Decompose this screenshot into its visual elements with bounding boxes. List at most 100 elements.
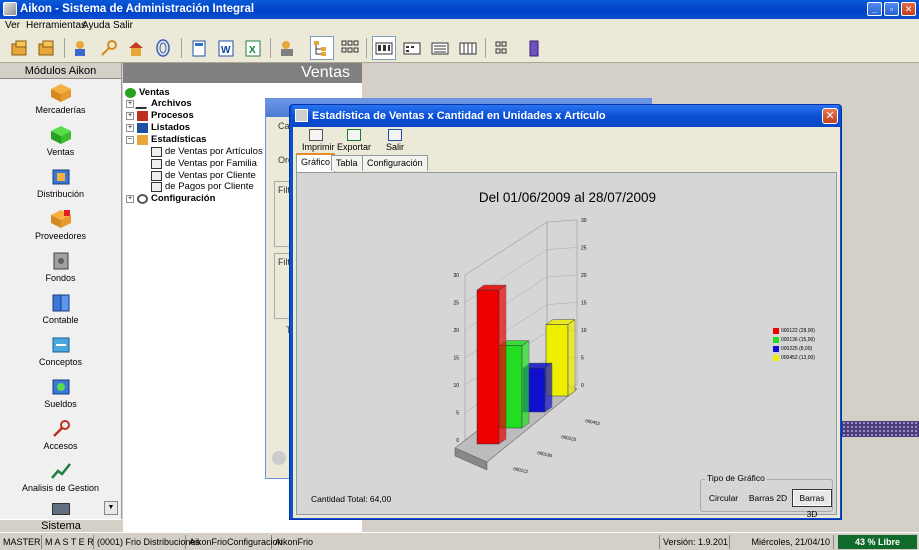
- status-company: (0001) Frio Distribuciones: [94, 535, 200, 549]
- exportar-button[interactable]: Exportar: [337, 129, 371, 152]
- module-proveedores[interactable]: Proveedores: [0, 209, 121, 241]
- close-window-button[interactable]: ✕: [822, 108, 838, 124]
- legend-swatch: [773, 346, 779, 352]
- imprimir-button[interactable]: Imprimir: [302, 129, 335, 152]
- calculator-icon[interactable]: [187, 36, 211, 60]
- module-distribucion[interactable]: Distribución: [0, 167, 121, 199]
- category-label: 000452: [585, 418, 601, 426]
- barras-3d-button[interactable]: Barras 3D: [792, 489, 832, 519]
- y-tick-label-right: 5: [581, 356, 584, 362]
- y-tick-label: 25: [453, 301, 459, 307]
- module-contable[interactable]: Contable: [0, 293, 121, 325]
- tipo-grafico-group: Tipo de Gráfico Circular Barras 2D Barra…: [700, 473, 833, 519]
- list-view-icon[interactable]: [428, 36, 452, 60]
- bar-side: [567, 319, 576, 397]
- tree-sub-cliente[interactable]: de Ventas por Cliente: [151, 170, 256, 181]
- book-icon[interactable]: [522, 36, 546, 60]
- supplier-box-icon: [50, 209, 72, 229]
- module-ventas[interactable]: Ventas: [0, 125, 121, 157]
- chart-title: Del 01/06/2009 al 28/07/2009: [479, 190, 656, 205]
- y-tick-label: 30: [453, 273, 459, 279]
- tab-configuracion[interactable]: Configuración: [362, 155, 428, 171]
- module-sueldos[interactable]: Sueldos: [0, 377, 121, 409]
- folder-tools-icon[interactable]: [8, 36, 32, 60]
- tipo-grafico-label: Tipo de Gráfico: [705, 473, 767, 483]
- wrench-icon: [137, 193, 148, 204]
- menu-ver[interactable]: Ver: [5, 20, 20, 31]
- collapse-icon[interactable]: −: [126, 135, 134, 144]
- bar-side: [498, 284, 507, 445]
- circular-button[interactable]: Circular: [704, 489, 743, 507]
- tree-root-ventas[interactable]: Ventas: [125, 87, 170, 98]
- details-view-icon[interactable]: [456, 36, 480, 60]
- close-app-button[interactable]: ✕: [901, 2, 916, 16]
- legend-item: 000225 (8,00): [773, 346, 812, 352]
- scroll-down-button[interactable]: ▼: [104, 501, 118, 515]
- bar-front: [476, 289, 500, 445]
- expand-icon[interactable]: +: [126, 111, 134, 120]
- module-fondos[interactable]: Fondos: [0, 251, 121, 283]
- tree-sub-pagos[interactable]: de Pagos por Cliente: [151, 181, 254, 192]
- legend-item: 000452 (13,00): [773, 355, 815, 361]
- report-icon: [151, 158, 162, 169]
- small-icons-view-icon[interactable]: [400, 36, 424, 60]
- tab-tabla[interactable]: Tabla: [331, 155, 363, 171]
- maximize-button[interactable]: ▫: [884, 2, 899, 16]
- y-tick-label-right: 15: [581, 301, 587, 307]
- status-free-memory: 43 % Libre: [838, 535, 917, 549]
- module-accesos[interactable]: Accesos: [0, 419, 121, 451]
- key-icon[interactable]: [97, 36, 121, 60]
- statistics-window-titlebar[interactable]: Estadística de Ventas x Cantidad en Unid…: [292, 105, 839, 127]
- svg-text:X: X: [249, 45, 256, 56]
- bg-groupbox: [274, 253, 290, 319]
- status-bar: MASTER M A S T E R (0001) Frio Distribuc…: [0, 532, 919, 550]
- minimize-button[interactable]: _: [867, 2, 882, 16]
- tree-item-estadisticas[interactable]: − Estadísticas: [126, 134, 206, 145]
- salir-button[interactable]: Salir: [386, 129, 404, 152]
- tree-view-icon[interactable]: [310, 36, 334, 60]
- home-user-icon[interactable]: [124, 36, 148, 60]
- sistema-bar[interactable]: Sistema: [0, 519, 122, 532]
- user-key-icon[interactable]: [70, 36, 94, 60]
- status-app: AikonFrio: [272, 535, 660, 549]
- window-body: Imprimir Exportar Salir Gráfico Tabla Co…: [293, 127, 840, 519]
- tree-sub-articulos[interactable]: de Ventas por Artículos: [151, 146, 263, 157]
- y-tick-label: 15: [453, 356, 459, 362]
- folder-config-icon[interactable]: [35, 36, 59, 60]
- tree-item-listados[interactable]: + Listados: [126, 122, 190, 133]
- tree-item-configuracion[interactable]: + Configuración: [126, 193, 215, 204]
- app-title-bar[interactable]: Aikon - Sistema de Administración Integr…: [0, 0, 919, 19]
- modules-grid-icon[interactable]: [491, 36, 515, 60]
- menu-salir[interactable]: Salir: [113, 20, 133, 31]
- expand-icon[interactable]: +: [126, 123, 134, 132]
- large-icons-view-icon[interactable]: [372, 36, 396, 60]
- modules-header: Módulos Aikon: [0, 63, 121, 79]
- word-icon[interactable]: W: [214, 36, 238, 60]
- barras-2d-button[interactable]: Barras 2D: [745, 489, 791, 507]
- grid-icon[interactable]: [338, 36, 362, 60]
- tree-item-archivos[interactable]: + Archivos: [126, 98, 192, 109]
- bar-chart-3d: Del 01/06/2009 al 28/07/2009 0 0 5 5 10 10 15 15…: [453, 190, 656, 474]
- module-analisis[interactable]: Analisis de Gestion: [0, 461, 121, 493]
- tree-header: Ventas: [123, 63, 362, 83]
- tab-grafico[interactable]: Gráfico: [296, 153, 336, 172]
- green-sphere-icon: [125, 87, 136, 98]
- status-database: AikonFrioConfiguracion: [186, 535, 283, 549]
- fingerprint-icon[interactable]: [151, 36, 175, 60]
- module-mercaderias[interactable]: Mercaderías: [0, 83, 121, 115]
- y-tick-label-right: 20: [581, 273, 587, 279]
- report-icon: [151, 146, 162, 157]
- report-icon: [151, 170, 162, 181]
- statistics-window[interactable]: Estadística de Ventas x Cantidad en Unid…: [289, 104, 842, 520]
- excel-icon[interactable]: X: [241, 36, 265, 60]
- ledger-icon: [50, 293, 72, 313]
- expand-icon[interactable]: +: [126, 194, 134, 203]
- module-conceptos[interactable]: Conceptos: [0, 335, 121, 367]
- menu-ayuda[interactable]: Ayuda: [82, 20, 110, 31]
- expand-icon[interactable]: +: [126, 99, 134, 108]
- users-edit-icon[interactable]: [276, 36, 300, 60]
- tree-sub-familia[interactable]: de Ventas por Familia: [151, 158, 257, 169]
- menu-herramientas[interactable]: Herramientas: [26, 20, 86, 31]
- tree-item-procesos[interactable]: + Procesos: [126, 110, 194, 121]
- bg-groupbox: [274, 181, 290, 247]
